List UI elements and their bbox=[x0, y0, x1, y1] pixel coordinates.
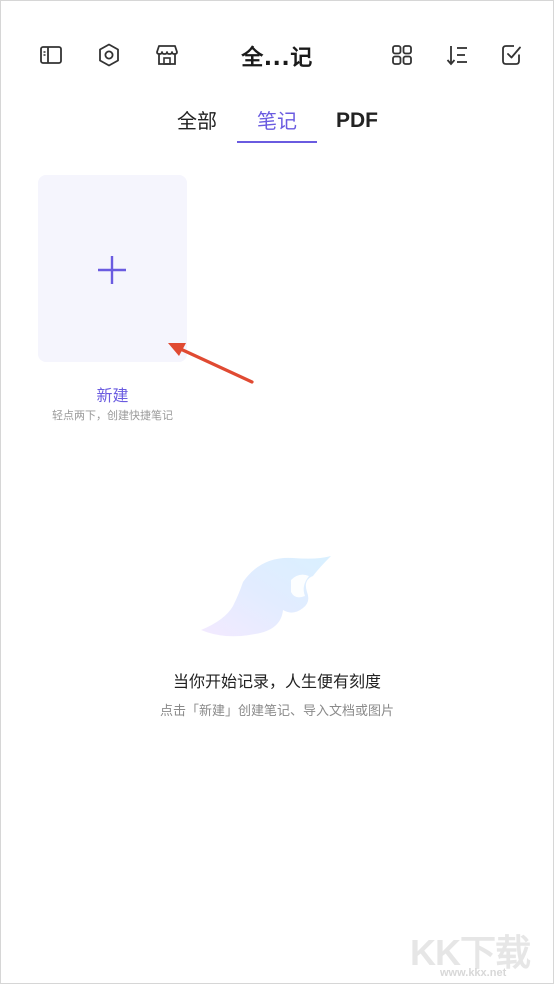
grid-view-icon[interactable] bbox=[385, 38, 419, 72]
annotation-arrow bbox=[168, 343, 254, 384]
empty-state-subtitle: 点击「新建」创建笔记、导入文档或图片 bbox=[159, 704, 394, 719]
sort-icon[interactable] bbox=[440, 38, 474, 72]
app-frame bbox=[0, 0, 554, 984]
empty-illustration bbox=[201, 556, 331, 637]
tab-notes[interactable]: 笔记 bbox=[247, 104, 307, 144]
tab-bar: 全部 笔记 PDF bbox=[0, 104, 554, 146]
watermark-url: www.kkx.net bbox=[440, 967, 507, 979]
empty-state-title: 当你开始记录，人生便有刻度 bbox=[172, 672, 381, 691]
active-tab-indicator bbox=[237, 141, 317, 143]
top-bar: 全...记 bbox=[0, 30, 554, 82]
tab-all[interactable]: 全部 bbox=[170, 104, 224, 144]
select-icon[interactable] bbox=[495, 38, 529, 72]
tab-pdf[interactable]: PDF bbox=[330, 104, 384, 144]
plus-icon bbox=[98, 256, 126, 284]
new-note-hint: 轻点两下，创建快捷笔记 bbox=[52, 409, 173, 422]
